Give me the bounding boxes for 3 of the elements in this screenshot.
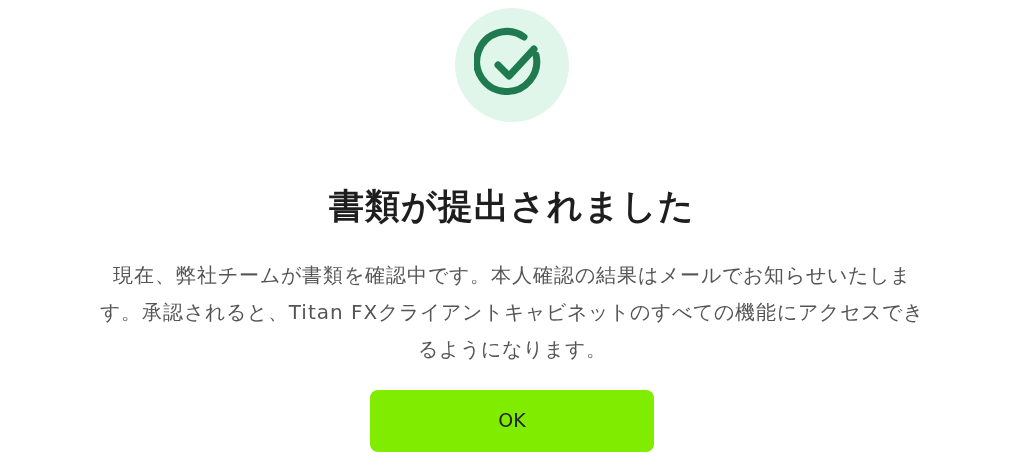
dialog-title: 書類が提出されました: [329, 185, 695, 228]
dialog-message: 現在、弊社チームが書類を確認中です。本人確認の結果はメールでお知らせいたします。承認されると、Titan FXクライアントキャビネットのすべての機能にアクセスできるようになります。: [98, 261, 926, 363]
ok-button[interactable]: OK: [370, 389, 654, 452]
